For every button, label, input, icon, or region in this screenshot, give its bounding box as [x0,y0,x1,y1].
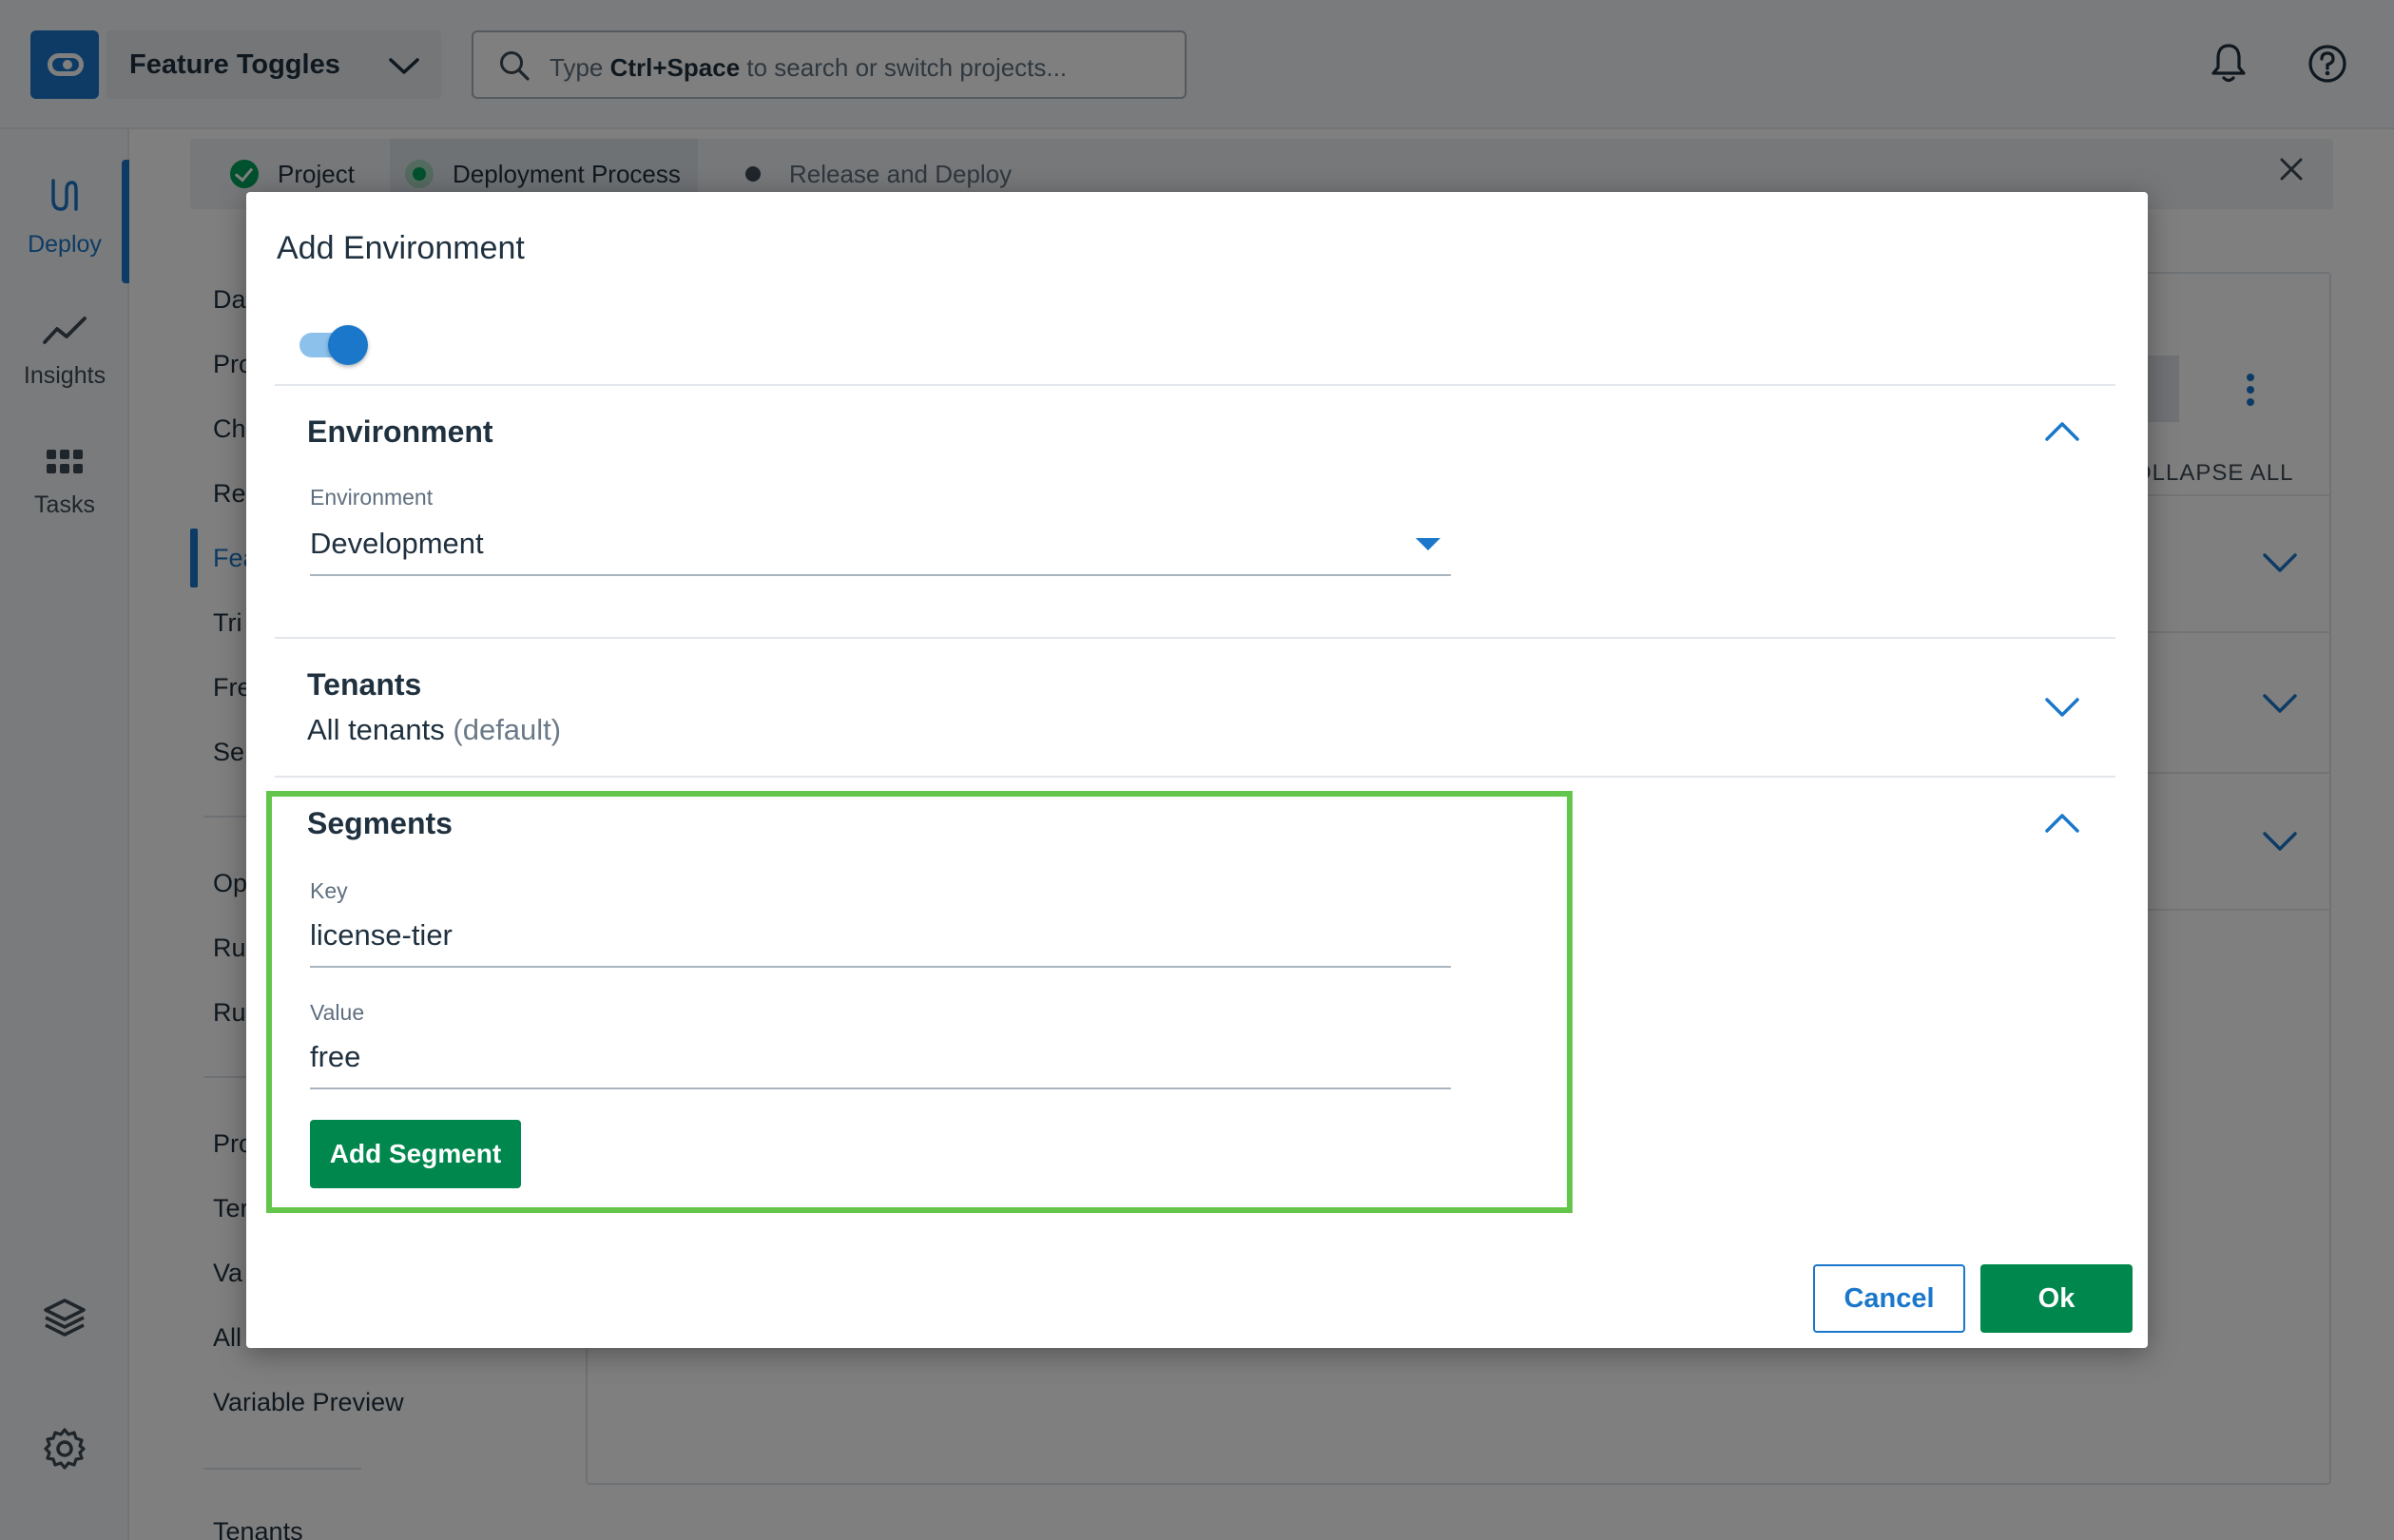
add-environment-dialog: Add Environment Environment Environment … [246,192,2148,1348]
cancel-button[interactable]: Cancel [1813,1264,1965,1333]
section-divider [275,637,2115,639]
enabled-toggle[interactable] [299,325,372,365]
tenants-summary: All tenants (default) [307,713,561,747]
chevron-up-icon[interactable] [2043,420,2081,448]
environment-field-label: Environment [310,485,434,510]
field-underline [310,574,1451,576]
dialog-title: Add Environment [277,230,525,266]
chevron-up-icon[interactable] [2043,812,2081,839]
environment-select[interactable]: Development [310,527,484,561]
section-divider [275,776,2115,778]
dropdown-arrow-icon[interactable] [1416,538,1440,550]
environment-section-title[interactable]: Environment [307,414,493,450]
tenants-value: All tenants [307,713,445,746]
tenants-default-suffix: (default) [453,713,562,746]
ok-button[interactable]: Ok [1980,1264,2133,1333]
section-divider [275,384,2115,386]
toggle-knob [328,325,368,365]
tenants-section-title[interactable]: Tenants [307,667,421,703]
segments-highlight-box [266,791,1573,1213]
chevron-down-icon[interactable] [2043,696,2081,723]
